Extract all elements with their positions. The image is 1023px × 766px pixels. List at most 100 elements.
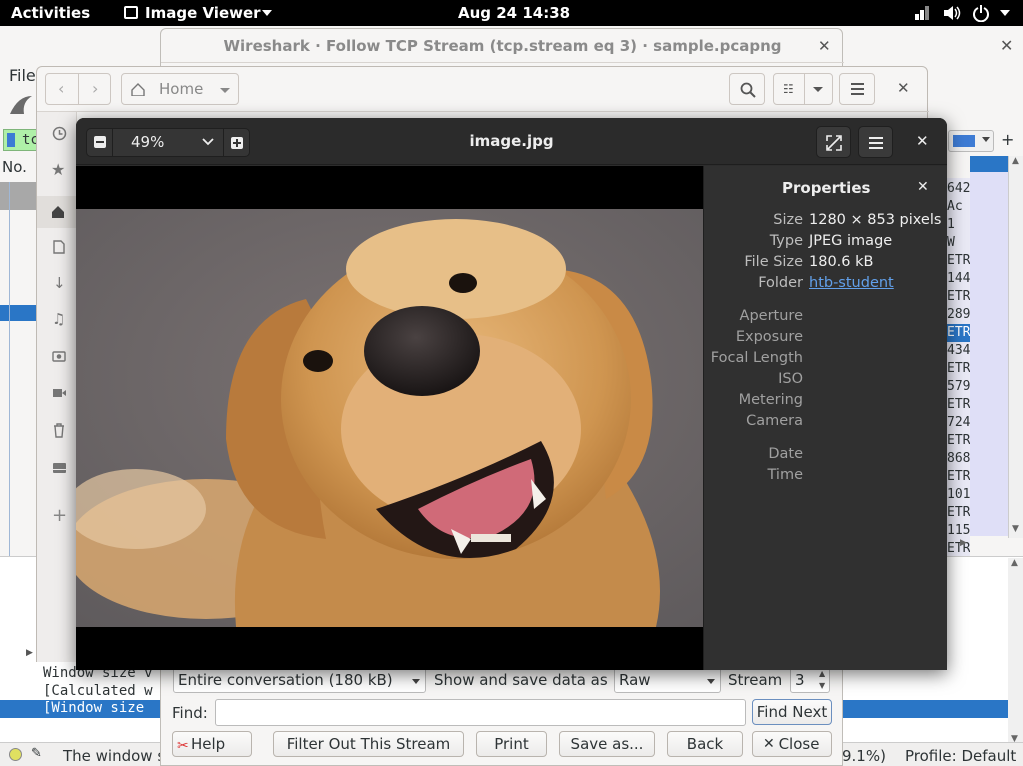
find-label: Find: — [172, 704, 208, 722]
print-button[interactable]: Print — [476, 731, 547, 757]
places-sidebar: ★ ↓ ♫ + — [37, 112, 77, 662]
folder-link[interactable]: htb-student — [809, 275, 894, 291]
exif-aperture: Aperture — [739, 308, 803, 324]
packet-row-selected[interactable] — [0, 305, 37, 321]
exif-date: Date — [768, 446, 803, 462]
stream-up-icon[interactable]: ▲ — [819, 669, 825, 678]
search-button[interactable] — [729, 73, 765, 105]
activities-button[interactable]: Activities — [11, 4, 90, 22]
downloads-icon[interactable]: ↓ — [53, 274, 66, 292]
expert-info-icon[interactable] — [9, 748, 22, 761]
drive-icon[interactable] — [52, 462, 67, 474]
exif-exposure: Exposure — [735, 329, 803, 345]
edit-comment-icon[interactable]: ✎ — [31, 746, 42, 761]
stream-label: Stream — [728, 671, 783, 689]
find-input[interactable] — [215, 699, 746, 726]
clock[interactable]: Aug 24 14:38 — [458, 4, 570, 22]
properties-title: Properties — [782, 179, 871, 197]
arrow-right-icon — [953, 135, 975, 147]
viewer-menu-button[interactable] — [858, 126, 893, 158]
packet-list-scrollbar[interactable]: ▲ ▼ — [1008, 156, 1023, 538]
find-next-button[interactable]: Find Next — [752, 699, 832, 725]
list-view-icon: ☷ — [783, 82, 794, 96]
packet-list-right-column: 642 Ac 1 W ETR 144 ETR 289 ETR 434 ETR 5… — [947, 178, 970, 562]
profile-label[interactable]: Profile: Default — [905, 747, 1016, 765]
image-canvas[interactable] — [76, 166, 703, 670]
save-as-button[interactable]: Save as... — [559, 731, 655, 757]
dropdown-arrow-icon — [707, 679, 715, 684]
status-text: The window s — [63, 747, 166, 765]
image-viewer-app-icon — [124, 6, 138, 19]
image-viewer-headerbar: 49% image.jpg ✕ — [76, 118, 947, 165]
hamburger-icon — [851, 83, 864, 85]
recent-icon[interactable] — [52, 126, 67, 141]
trash-icon[interactable] — [53, 423, 65, 438]
properties-close-icon[interactable]: ✕ — [917, 179, 929, 195]
dropdown-arrow-icon — [412, 679, 420, 684]
image-viewer-window: 49% image.jpg ✕ Properties ✕ Size 1280 ×… — [76, 118, 947, 670]
viewer-close-icon[interactable]: ✕ — [916, 132, 929, 150]
exif-iso: ISO — [778, 371, 803, 387]
power-icon[interactable] — [972, 4, 990, 22]
exif-camera: Camera — [746, 413, 803, 429]
filter-out-stream-button[interactable]: Filter Out This Stream — [273, 731, 464, 757]
file-manager-close-icon[interactable]: ✕ — [897, 79, 910, 97]
other-locations-icon[interactable]: + — [52, 505, 67, 526]
sidebar-item-home[interactable] — [37, 196, 77, 228]
hamburger-icon — [869, 137, 883, 139]
top-bar: Activities Image Viewer Aug 24 14:38 — [0, 0, 1023, 26]
videos-icon[interactable] — [52, 388, 66, 398]
close-button[interactable]: ✕ Close — [752, 731, 832, 757]
prop-value-file-size: 180.6 kB — [809, 254, 874, 270]
conversation-select[interactable]: Entire conversation (180 kB) — [173, 667, 426, 693]
expand-arrow-icon[interactable]: ▶ — [26, 648, 33, 658]
exif-metering: Metering — [738, 392, 803, 408]
exif-focal-length: Focal Length — [710, 350, 803, 366]
wireshark-fin-icon[interactable] — [8, 94, 34, 116]
scroll-right-icon[interactable]: ▶ — [960, 538, 967, 548]
menu-button[interactable] — [839, 73, 875, 105]
display-filter-input[interactable]: tc — [3, 129, 39, 151]
status-percent: 9.1%) — [842, 747, 886, 765]
wireshark-close-icon[interactable]: ✕ — [1000, 36, 1013, 55]
filter-apply-button[interactable] — [948, 130, 994, 152]
help-icon: ✂ — [177, 738, 189, 754]
documents-icon[interactable] — [53, 240, 65, 254]
packet-row-selected-gray[interactable] — [0, 182, 37, 210]
dialog-title: Wireshark · Follow TCP Stream (tcp.strea… — [161, 29, 844, 63]
column-header-no[interactable]: No. — [2, 158, 27, 176]
show-data-as-select[interactable]: Raw — [614, 667, 721, 693]
home-icon — [52, 206, 64, 218]
details-scrollbar[interactable]: ▲ ▼ — [1008, 558, 1023, 748]
add-filter-button[interactable]: + — [1001, 130, 1014, 149]
fullscreen-icon — [826, 135, 842, 151]
dog-photo — [76, 209, 703, 627]
home-icon — [131, 83, 145, 96]
volume-icon[interactable] — [943, 5, 961, 21]
view-options-button[interactable]: ☷ — [773, 73, 833, 105]
menu-file[interactable]: File — [9, 66, 36, 85]
system-menu-arrow-icon[interactable] — [1000, 10, 1010, 16]
prop-value-type: JPEG image — [809, 233, 893, 249]
close-x-icon: ✕ — [763, 736, 775, 752]
back-button[interactable]: Back — [667, 731, 743, 757]
starred-icon[interactable]: ★ — [51, 160, 65, 179]
nav-buttons: ‹ › — [45, 73, 111, 105]
music-icon[interactable]: ♫ — [52, 310, 65, 328]
prop-value-size: 1280 × 853 pixels — [809, 212, 942, 228]
app-menu[interactable]: Image Viewer — [145, 4, 261, 22]
fullscreen-button[interactable] — [816, 126, 851, 158]
exif-time: Time — [767, 467, 804, 483]
show-save-label: Show and save data as — [434, 671, 608, 689]
back-arrow-icon[interactable]: ‹ — [58, 79, 64, 98]
stream-down-icon[interactable]: ▼ — [819, 681, 825, 690]
stream-spinbox[interactable]: 3 ▲ ▼ — [790, 667, 830, 693]
network-icon[interactable] — [914, 5, 930, 21]
dialog-close-icon[interactable]: ✕ — [818, 37, 831, 55]
pictures-icon[interactable] — [52, 350, 66, 362]
help-button[interactable]: ✂ Help — [172, 731, 252, 757]
prop-key-size: Size — [773, 212, 803, 228]
view-dropdown-icon — [813, 87, 823, 92]
location-bar[interactable]: Home — [121, 73, 239, 105]
forward-arrow-icon[interactable]: › — [92, 79, 98, 98]
